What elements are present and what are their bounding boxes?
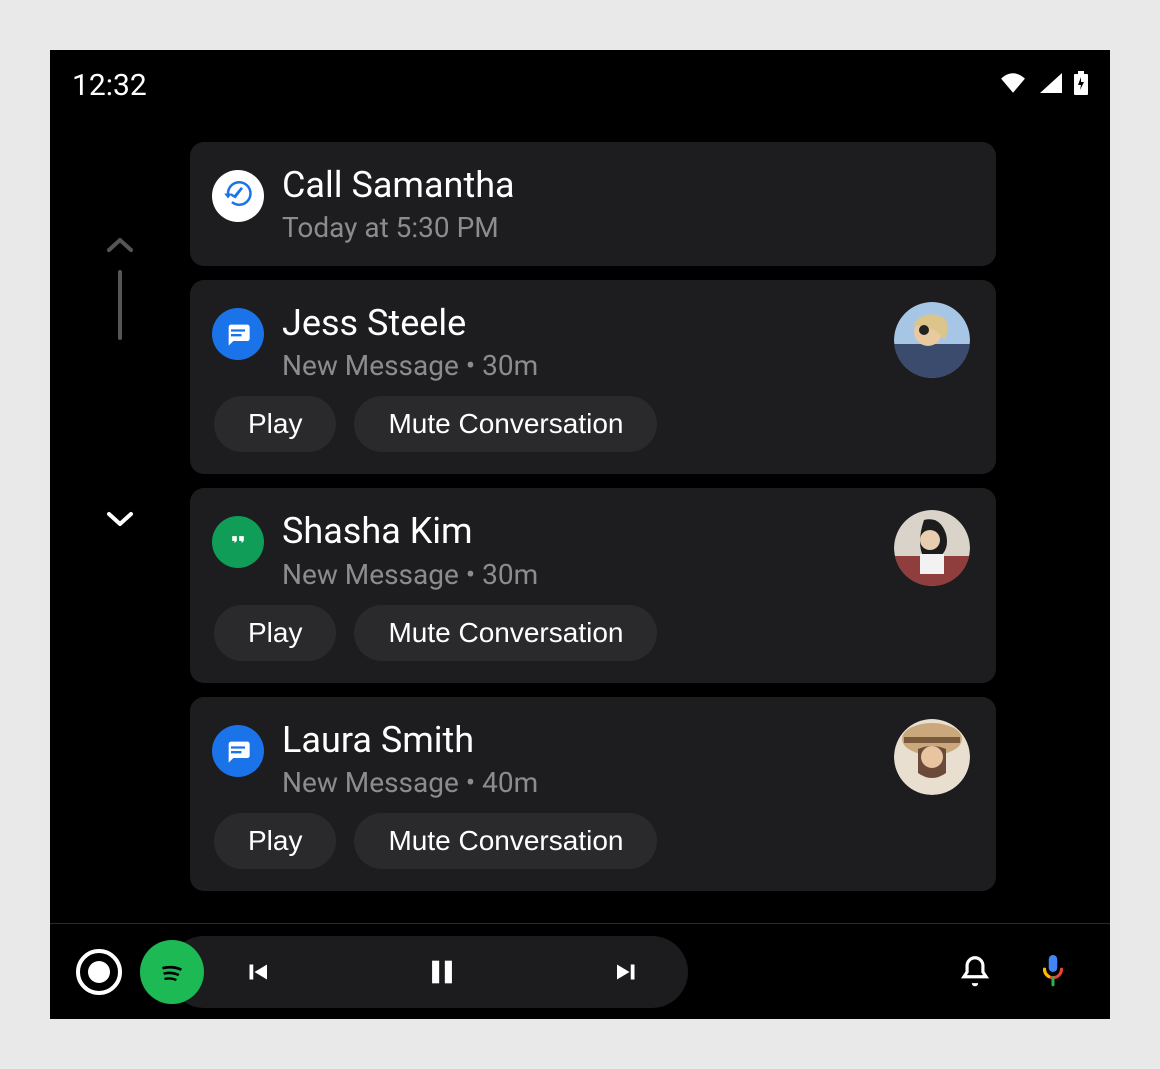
card-subtitle: New Message • 30m: [282, 349, 876, 382]
reminder-icon: [212, 170, 264, 222]
card-subtitle: New Message • 40m: [282, 766, 876, 799]
battery-icon: [1074, 71, 1088, 99]
spotify-icon[interactable]: [140, 940, 204, 1004]
messages-icon: [212, 308, 264, 360]
avatar: [894, 719, 970, 795]
notification-card[interactable]: Jess Steele New Message • 30m Play Mute …: [190, 280, 996, 474]
avatar: [894, 510, 970, 586]
scroll-down-icon[interactable]: [105, 510, 135, 532]
scroll-indicator: [50, 106, 190, 923]
card-subtitle: Today at 5:30 PM: [282, 211, 970, 244]
main-area: Call Samantha Today at 5:30 PM Jess Stee…: [50, 106, 1110, 923]
media-controls: [168, 936, 688, 1008]
device-screen: 12:32: [50, 50, 1110, 1019]
card-title: Call Samantha: [282, 164, 970, 207]
card-subtitle: New Message • 30m: [282, 558, 876, 591]
mute-button[interactable]: Mute Conversation: [354, 605, 657, 661]
mic-icon[interactable]: [1036, 952, 1070, 992]
notification-card[interactable]: Laura Smith New Message • 40m Play Mute …: [190, 697, 996, 891]
status-time: 12:32: [72, 68, 147, 103]
play-button[interactable]: Play: [214, 813, 336, 869]
mute-button[interactable]: Mute Conversation: [354, 813, 657, 869]
wifi-icon: [1000, 73, 1026, 97]
notification-card[interactable]: Shasha Kim New Message • 30m Play Mute C…: [190, 488, 996, 682]
notifications-button[interactable]: [956, 953, 994, 991]
next-track-button[interactable]: [610, 957, 644, 987]
status-bar: 12:32: [50, 50, 1110, 106]
mute-button[interactable]: Mute Conversation: [354, 396, 657, 452]
avatar: [894, 302, 970, 378]
status-icons: [1000, 71, 1088, 99]
cellular-icon: [1038, 73, 1062, 97]
card-title: Shasha Kim: [282, 510, 876, 553]
play-button[interactable]: Play: [214, 396, 336, 452]
card-title: Jess Steele: [282, 302, 876, 345]
bottom-bar: [50, 923, 1110, 1019]
scroll-track: [118, 270, 122, 340]
notification-card[interactable]: Call Samantha Today at 5:30 PM: [190, 142, 996, 266]
notification-list: Call Samantha Today at 5:30 PM Jess Stee…: [190, 106, 1110, 923]
scroll-up-icon[interactable]: [105, 236, 135, 258]
messages-icon: [212, 725, 264, 777]
launcher-button[interactable]: [76, 949, 122, 995]
pause-button[interactable]: [425, 955, 459, 989]
play-button[interactable]: Play: [214, 605, 336, 661]
prev-track-button[interactable]: [240, 957, 274, 987]
hangouts-icon: [212, 516, 264, 568]
card-title: Laura Smith: [282, 719, 876, 762]
